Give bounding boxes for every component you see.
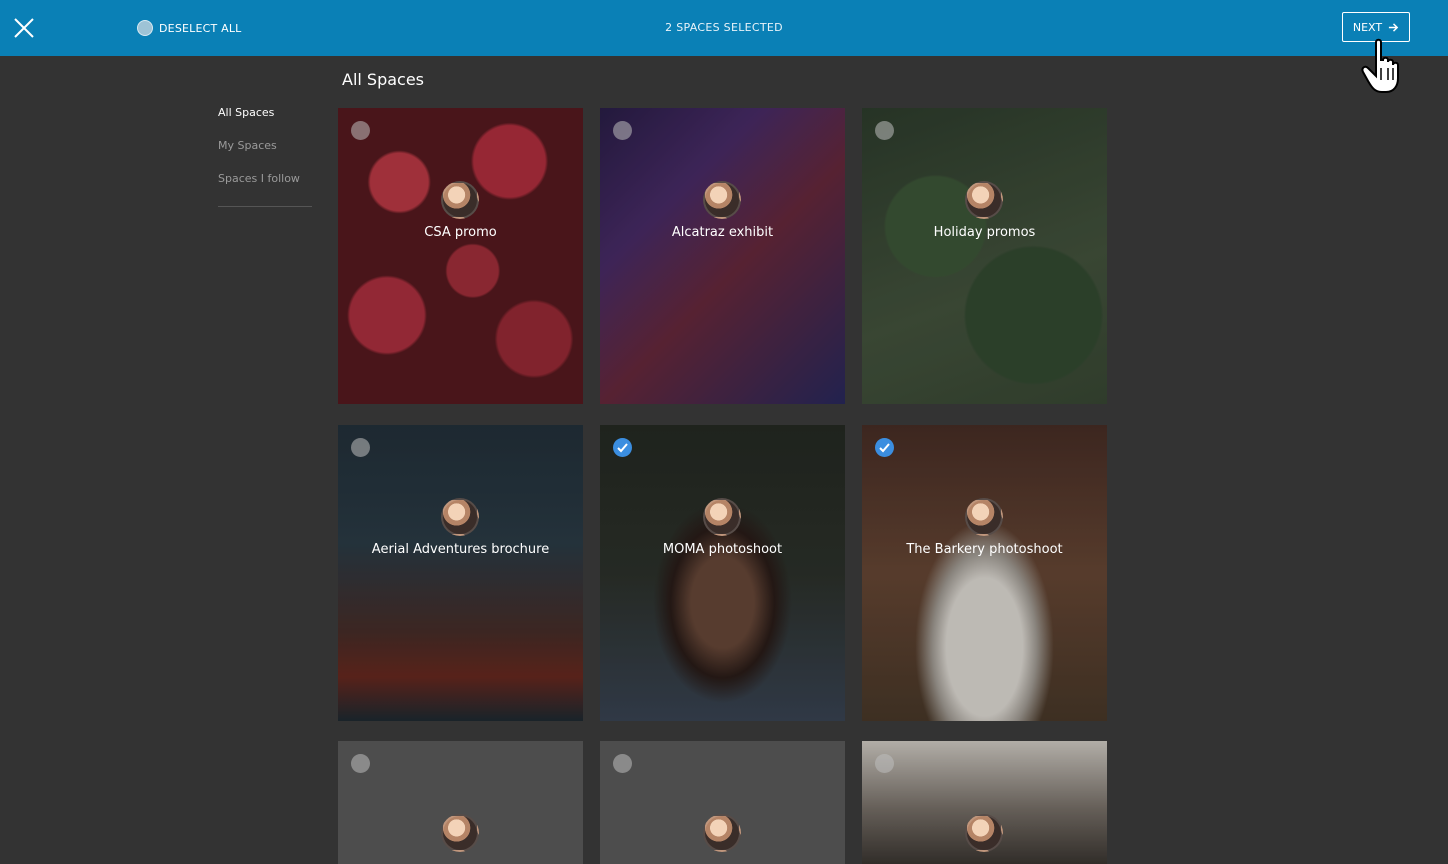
checkmark-icon: [617, 443, 628, 453]
card-title: MOMA photoshoot: [662, 542, 783, 557]
avatar: [441, 181, 479, 219]
avatar: [441, 814, 479, 852]
space-card[interactable]: [338, 741, 583, 864]
space-card-alcatraz-exhibit[interactable]: Alcatraz exhibit: [600, 108, 845, 404]
next-label: NEXT: [1352, 20, 1383, 34]
top-bar: DESELECT ALL 2 SPACES SELECTED NEXT: [0, 0, 1448, 56]
space-card-csa-promo[interactable]: CSA promo: [338, 108, 583, 404]
select-checkbox-checked[interactable]: [875, 438, 894, 457]
sidebar-item-all-spaces[interactable]: All Spaces: [218, 104, 312, 137]
space-card-moma-photoshoot[interactable]: MOMA photoshoot: [600, 425, 845, 721]
select-checkbox[interactable]: [613, 754, 632, 773]
selected-count: 2 SPACES SELECTED: [665, 21, 783, 34]
sidebar-divider: [218, 206, 312, 207]
hand-pointer-icon: [1361, 38, 1399, 93]
avatar: [441, 498, 479, 536]
space-card-aerial-adventures[interactable]: Aerial Adventures brochure: [338, 425, 583, 721]
avatar: [965, 181, 1003, 219]
avatar: [965, 498, 1003, 536]
card-title: CSA promo: [424, 225, 497, 240]
space-card[interactable]: [600, 741, 845, 864]
select-checkbox[interactable]: [875, 121, 894, 140]
select-checkbox[interactable]: [351, 754, 370, 773]
select-checkbox[interactable]: [875, 754, 894, 773]
checkmark-icon: [879, 443, 890, 453]
avatar: [965, 814, 1003, 852]
sidebar-item-my-spaces[interactable]: My Spaces: [218, 137, 312, 170]
card-title: Aerial Adventures brochure: [371, 542, 550, 557]
avatar: [703, 814, 741, 852]
select-checkbox-checked[interactable]: [613, 438, 632, 457]
sidebar-item-spaces-i-follow[interactable]: Spaces I follow: [218, 170, 312, 203]
space-card-barkery-photoshoot[interactable]: The Barkery photoshoot: [862, 425, 1107, 721]
select-checkbox[interactable]: [613, 121, 632, 140]
page-title: All Spaces: [342, 70, 425, 89]
space-card[interactable]: [862, 741, 1107, 864]
card-title: The Barkery photoshoot: [906, 542, 1063, 557]
avatar: [703, 181, 741, 219]
arrow-right-icon: [1389, 22, 1399, 32]
avatar: [703, 498, 741, 536]
select-checkbox[interactable]: [351, 438, 370, 457]
select-checkbox[interactable]: [351, 121, 370, 140]
sidebar: All Spaces My Spaces Spaces I follow: [218, 104, 312, 203]
card-title: Alcatraz exhibit: [671, 225, 774, 240]
card-title: Holiday promos: [933, 225, 1036, 240]
space-card-holiday-promos[interactable]: Holiday promos: [862, 108, 1107, 404]
